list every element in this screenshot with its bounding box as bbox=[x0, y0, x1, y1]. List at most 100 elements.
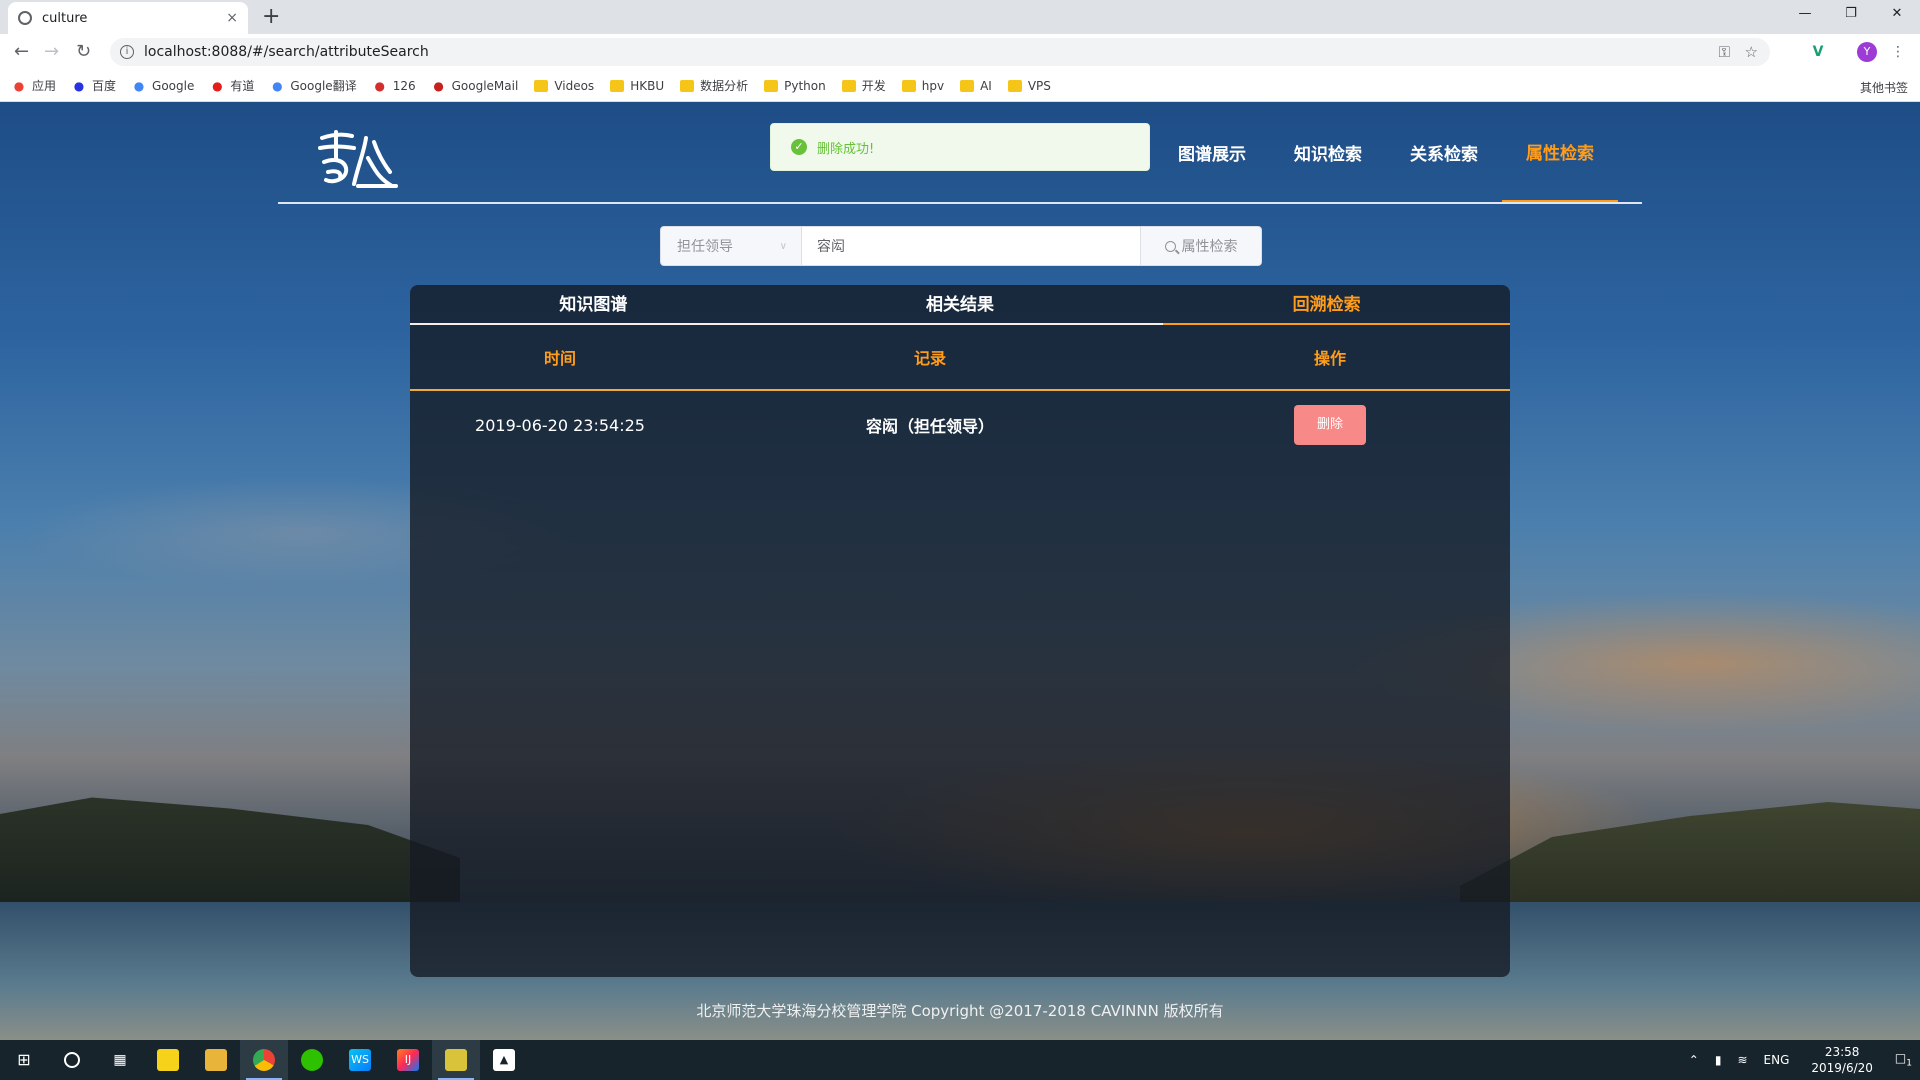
bookmark-label: Videos bbox=[554, 78, 595, 93]
browser-toolbar: ← → ↻ i localhost:8088/#/search/attribut… bbox=[0, 34, 1920, 70]
webstorm-icon[interactable]: WS bbox=[336, 1040, 384, 1080]
forward-arrow-icon[interactable]: → bbox=[44, 41, 59, 62]
window-close-icon[interactable]: ✕ bbox=[1874, 0, 1920, 30]
bookmark-label: 应用 bbox=[32, 79, 57, 93]
restore-icon[interactable]: ❐ bbox=[1828, 0, 1874, 30]
system-tray: ⌃ ▮ ≋ ENG 23:58 2019/6/20 □1 bbox=[1681, 1040, 1920, 1080]
check-circle-icon: ✓ bbox=[791, 139, 807, 155]
vue-devtools-icon[interactable]: V bbox=[1808, 42, 1828, 62]
nav-item[interactable]: 知识检索 bbox=[1270, 102, 1386, 202]
bookmark-item[interactable]: HKBU bbox=[610, 79, 664, 93]
clock-time: 23:58 bbox=[1824, 1045, 1860, 1059]
chrome-icon[interactable] bbox=[240, 1040, 288, 1080]
bookmark-item[interactable]: ● GoogleMail bbox=[432, 78, 519, 93]
bookmark-item[interactable]: ● 126 bbox=[373, 78, 416, 93]
attribute-search-label: 属性检索 bbox=[1181, 239, 1238, 255]
tab-related-results[interactable]: 相关结果 bbox=[777, 285, 1144, 323]
globe-icon bbox=[18, 11, 32, 25]
sticky-notes-icon[interactable] bbox=[144, 1040, 192, 1080]
tab-history-search[interactable]: 回溯检索 bbox=[1143, 285, 1510, 323]
key-icon[interactable]: ⚿ bbox=[1719, 43, 1730, 61]
bookmark-item[interactable]: ● 百度 bbox=[72, 77, 116, 94]
bookmark-item[interactable]: AI bbox=[960, 79, 992, 93]
photos-icon[interactable]: ▲ bbox=[480, 1040, 528, 1080]
browser-menu-icon[interactable]: ⋮ bbox=[1888, 42, 1908, 62]
new-tab-button[interactable]: + bbox=[262, 4, 280, 29]
folder-icon bbox=[610, 79, 625, 92]
nav-item[interactable]: 关系检索 bbox=[1386, 102, 1502, 202]
file-explorer-icon[interactable] bbox=[192, 1040, 240, 1080]
wechat-icon[interactable] bbox=[288, 1040, 336, 1080]
minimize-icon[interactable]: — bbox=[1782, 0, 1828, 30]
folder-icon bbox=[841, 79, 856, 92]
back-arrow-icon[interactable]: ← bbox=[14, 41, 29, 62]
nav-item[interactable]: 图谱展示 bbox=[1154, 102, 1270, 202]
bookmark-label: VPS bbox=[1027, 78, 1051, 93]
google-translate-icon: ● bbox=[272, 78, 283, 93]
intellij-icon[interactable]: IJ bbox=[384, 1040, 432, 1080]
windows-start-icon[interactable]: ⊞ bbox=[0, 1040, 48, 1080]
success-toast: ✓ 删除成功! bbox=[770, 123, 1150, 171]
panel-tabs: 知识图谱 相关结果 回溯检索 bbox=[410, 285, 1510, 325]
windows-taskbar: ⊞ ▦ WS IJ ▲ ⌃ ▮ ≋ ENG 23:58 2019/6/20 □1 bbox=[0, 1040, 1920, 1080]
background-landmass bbox=[0, 797, 460, 902]
folder-icon bbox=[680, 79, 695, 92]
row-action-cell: 删除 bbox=[1150, 405, 1510, 445]
other-bookmarks[interactable]: 其他书签 bbox=[1840, 79, 1908, 96]
bookmark-item[interactable]: 开发 bbox=[841, 77, 886, 94]
bookmark-label: 126 bbox=[392, 78, 416, 93]
bookmark-item[interactable]: Python bbox=[764, 79, 826, 93]
nav-item[interactable]: 属性检索 bbox=[1502, 102, 1618, 202]
bookmark-item[interactable]: VPS bbox=[1007, 78, 1051, 93]
battery-icon[interactable]: ▮ bbox=[1715, 1053, 1722, 1067]
language-indicator[interactable]: ENG bbox=[1764, 1053, 1790, 1067]
search-icon bbox=[1164, 240, 1176, 252]
chevron-down-icon: ∨ bbox=[779, 240, 787, 252]
bookmark-label: 数据分析 bbox=[700, 79, 749, 93]
bookmark-item[interactable]: ● Google翻译 bbox=[270, 77, 357, 94]
youdao-icon: ● bbox=[212, 78, 223, 93]
bookmark-label: 开发 bbox=[861, 79, 886, 93]
attribute-select[interactable]: 担任领导 ∨ bbox=[660, 226, 802, 266]
page-footer: 北京师范大学珠海分校管理学院 Copyright @2017-2018 CAVI… bbox=[696, 1002, 1224, 1020]
notes-app-icon[interactable] bbox=[432, 1040, 480, 1080]
attribute-search-bar: 担任领导 ∨ 属性检索 bbox=[660, 226, 1262, 266]
clock[interactable]: 23:58 2019/6/20 bbox=[1811, 1044, 1873, 1076]
browser-tab[interactable]: culture × bbox=[8, 2, 248, 34]
address-bar[interactable]: i localhost:8088/#/search/attributeSearc… bbox=[110, 38, 1770, 66]
profile-avatar[interactable]: Y bbox=[1857, 42, 1877, 62]
close-tab-icon[interactable]: × bbox=[226, 10, 238, 26]
search-input[interactable] bbox=[802, 226, 1140, 266]
bookmark-star-icon[interactable]: ☆ bbox=[1745, 43, 1758, 61]
bookmark-item[interactable]: hpv bbox=[901, 79, 944, 93]
browser-tab-strip: culture × + — ❐ ✕ bbox=[0, 0, 1920, 34]
delete-button[interactable]: 删除 bbox=[1294, 405, 1366, 445]
bookmark-label: 有道 bbox=[230, 79, 255, 93]
cortana-icon[interactable] bbox=[48, 1040, 96, 1080]
task-view-icon[interactable]: ▦ bbox=[96, 1040, 144, 1080]
bookmark-label: Google翻译 bbox=[290, 79, 357, 93]
attribute-search-button[interactable]: 属性检索 bbox=[1140, 226, 1262, 266]
bookmark-label: 百度 bbox=[92, 79, 117, 93]
bookmark-item[interactable]: ● 有道 bbox=[210, 77, 254, 94]
row-record[interactable]: 容闳（担任领导） bbox=[710, 413, 1150, 437]
bookmark-item[interactable]: ● 应用 bbox=[12, 77, 56, 94]
site-info-icon[interactable]: i bbox=[120, 45, 134, 59]
bookmark-item[interactable]: 数据分析 bbox=[680, 77, 748, 94]
apps-grid-icon: ● bbox=[13, 78, 25, 93]
table-row: 2019-06-20 23:54:25 容闳（担任领导） 删除 bbox=[410, 391, 1510, 459]
bookmark-item[interactable]: Videos bbox=[534, 79, 594, 93]
site-logo[interactable] bbox=[314, 128, 400, 192]
chevron-up-icon[interactable]: ⌃ bbox=[1689, 1053, 1699, 1067]
bookmark-item[interactable]: ● Google bbox=[132, 78, 195, 93]
tab-knowledge-graph[interactable]: 知识图谱 bbox=[410, 285, 777, 323]
bookmark-label: GoogleMail bbox=[451, 78, 519, 93]
folder-icon bbox=[1007, 79, 1022, 92]
bookmarks-bar: ● 应用 ● 百度 ● Google ● 有道 ● Google翻译 ● 126 ● GoogleMail… bbox=[0, 70, 1920, 102]
bookmark-label: AI bbox=[980, 78, 992, 93]
notification-icon[interactable]: □1 bbox=[1895, 1051, 1912, 1068]
main-nav: 首页图谱展示知识检索关系检索属性检索 bbox=[1072, 102, 1618, 202]
wifi-icon[interactable]: ≋ bbox=[1737, 1053, 1747, 1067]
reload-icon[interactable]: ↻ bbox=[76, 41, 91, 62]
google-icon: ● bbox=[133, 78, 145, 93]
